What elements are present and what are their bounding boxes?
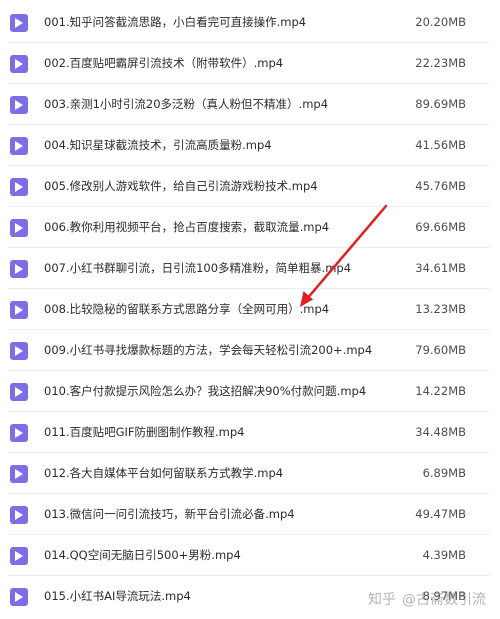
file-list: 001.知乎问答截流思路，小白看完可直接操作.mp4 20.20MB 002.百… — [0, 0, 500, 619]
file-name: 001.知乎问答截流思路，小白看完可直接操作.mp4 — [44, 15, 307, 29]
file-size: 34.61MB — [415, 261, 466, 275]
video-file-icon — [10, 219, 28, 237]
file-row[interactable]: 010.客户付款提示风险怎么办？我这招解决90%付款问题.mp4 14.22MB — [0, 371, 500, 412]
video-file-icon — [10, 506, 28, 524]
video-file-icon — [10, 14, 28, 32]
video-file-icon — [10, 96, 28, 114]
file-row[interactable]: 012.各大自媒体平台如何留联系方式教学.mp4 6.89MB — [0, 453, 500, 494]
file-size: 6.89MB — [422, 466, 466, 480]
file-row[interactable]: 001.知乎问答截流思路，小白看完可直接操作.mp4 20.20MB — [0, 2, 500, 43]
video-file-icon — [10, 465, 28, 483]
video-file-icon — [10, 342, 28, 360]
watermark-site: 知乎 — [368, 592, 396, 608]
file-row[interactable]: 007.小红书群聊引流，日引流100多精准粉，简单粗暴.mp4 34.61MB — [0, 248, 500, 289]
file-row[interactable]: 014.QQ空间无脑日引500+男粉.mp4 4.39MB — [0, 535, 500, 576]
video-file-icon — [10, 260, 28, 278]
file-name: 008.比较隐秘的留联系方式思路分享（全网可用）.mp4 — [44, 302, 330, 316]
video-file-icon — [10, 547, 28, 565]
file-row[interactable]: 011.百度贴吧GIF防删图制作教程.mp4 34.48MB — [0, 412, 500, 453]
video-file-icon — [10, 55, 28, 73]
file-row[interactable]: 006.教你利用视频平台，抢占百度搜索，截取流量.mp4 69.66MB — [0, 207, 500, 248]
file-name: 012.各大自媒体平台如何留联系方式教学.mp4 — [44, 466, 284, 480]
file-name: 014.QQ空间无脑日引500+男粉.mp4 — [44, 548, 241, 562]
file-size: 45.76MB — [415, 179, 466, 193]
video-file-icon — [10, 588, 28, 606]
file-size: 20.20MB — [415, 15, 466, 29]
video-file-icon — [10, 178, 28, 196]
file-size: 41.56MB — [415, 138, 466, 152]
file-row[interactable]: 008.比较隐秘的留联系方式思路分享（全网可用）.mp4 13.23MB — [0, 289, 500, 330]
file-size: 4.39MB — [422, 548, 466, 562]
file-name: 009.小红书寻找爆款标题的方法，学会每天轻松引流200+.mp4 — [44, 343, 373, 357]
file-row[interactable]: 004.知识星球截流技术，引流高质量粉.mp4 41.56MB — [0, 125, 500, 166]
video-file-icon — [10, 383, 28, 401]
file-size: 22.23MB — [415, 56, 466, 70]
watermark-author: @古斋数引流 — [402, 592, 486, 608]
watermark: 知乎 @古斋数引流 — [368, 591, 486, 609]
video-file-icon — [10, 424, 28, 442]
file-name: 007.小红书群聊引流，日引流100多精准粉，简单粗暴.mp4 — [44, 261, 352, 275]
file-row[interactable]: 003.亲测1小时引流20多泛粉（真人粉但不精准）.mp4 89.69MB — [0, 84, 500, 125]
file-name: 013.微信问一问引流技巧，新平台引流必备.mp4 — [44, 507, 295, 521]
file-size: 79.60MB — [415, 343, 466, 357]
file-name: 015.小红书AI导流玩法.mp4 — [44, 589, 191, 603]
file-row[interactable]: 013.微信问一问引流技巧，新平台引流必备.mp4 49.47MB — [0, 494, 500, 535]
file-name: 006.教你利用视频平台，抢占百度搜索，截取流量.mp4 — [44, 220, 330, 234]
file-name: 002.百度贴吧霸屏引流技术（附带软件）.mp4 — [44, 56, 284, 70]
file-name: 005.修改别人游戏软件，给自己引流游戏粉技术.mp4 — [44, 179, 318, 193]
file-row[interactable]: 002.百度贴吧霸屏引流技术（附带软件）.mp4 22.23MB — [0, 43, 500, 84]
file-name: 011.百度贴吧GIF防删图制作教程.mp4 — [44, 425, 245, 439]
file-size: 13.23MB — [415, 302, 466, 316]
file-size: 69.66MB — [415, 220, 466, 234]
file-row[interactable]: 009.小红书寻找爆款标题的方法，学会每天轻松引流200+.mp4 79.60M… — [0, 330, 500, 371]
file-name: 004.知识星球截流技术，引流高质量粉.mp4 — [44, 138, 272, 152]
file-size: 49.47MB — [415, 507, 466, 521]
file-row[interactable]: 005.修改别人游戏软件，给自己引流游戏粉技术.mp4 45.76MB — [0, 166, 500, 207]
file-name: 010.客户付款提示风险怎么办？我这招解决90%付款问题.mp4 — [44, 384, 367, 398]
file-name: 003.亲测1小时引流20多泛粉（真人粉但不精准）.mp4 — [44, 97, 329, 111]
file-size: 89.69MB — [415, 97, 466, 111]
video-file-icon — [10, 137, 28, 155]
file-size: 34.48MB — [415, 425, 466, 439]
file-size: 14.22MB — [415, 384, 466, 398]
video-file-icon — [10, 301, 28, 319]
